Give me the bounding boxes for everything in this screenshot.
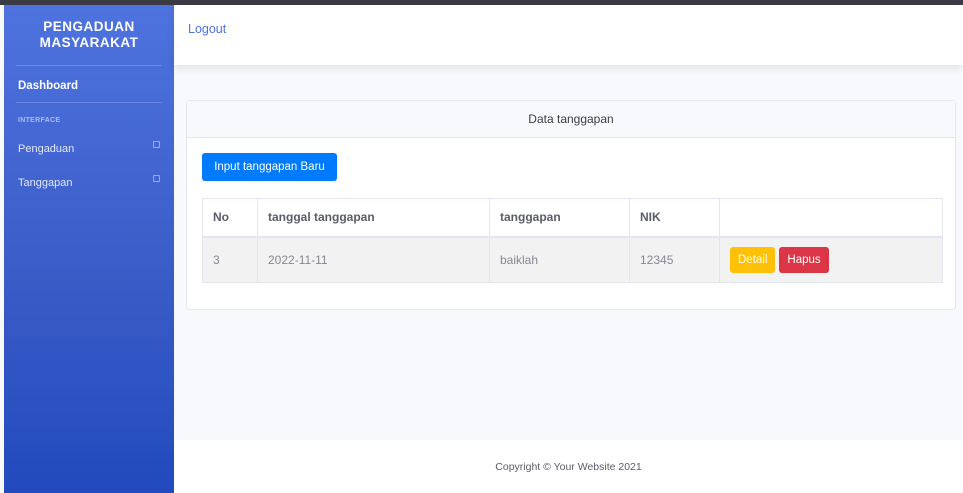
cell-nik: 12345: [629, 236, 720, 283]
tanggapan-table: No tanggal tanggapan tanggapan NIK 3 202…: [202, 198, 943, 283]
detail-button[interactable]: Detail: [730, 246, 776, 273]
cell-actions: Detail Hapus: [719, 236, 943, 283]
copyright-text: Copyright © Your Website 2021: [495, 460, 642, 473]
cell-no: 3: [202, 236, 258, 283]
sidebar-item-tanggapan[interactable]: Tanggapan: [4, 166, 174, 200]
column-header-tanggal[interactable]: tanggal tanggapan: [257, 198, 490, 238]
app-frame: PENGADUAN MASYARAKAT Dashboard INTERFACE…: [0, 0, 963, 493]
card-title: Data tanggapan: [187, 101, 955, 138]
sidebar-item-dashboard[interactable]: Dashboard: [4, 66, 174, 102]
collapse-icon: [153, 140, 160, 148]
new-tanggapan-button[interactable]: Input tanggapan Baru: [202, 153, 337, 181]
cell-tanggapan: baiklah: [489, 236, 630, 283]
brand-line-1: PENGADUAN: [43, 19, 135, 34]
sidebar-item-label: Pengaduan: [18, 143, 75, 155]
sidebar-section-heading: INTERFACE: [18, 117, 61, 124]
column-header-actions: [719, 198, 943, 238]
sidebar-item-label: Tanggapan: [18, 177, 73, 189]
table-header-row: No tanggal tanggapan tanggapan NIK: [202, 198, 943, 238]
sidebar-item-pengaduan[interactable]: Pengaduan: [4, 132, 174, 166]
sidebar: PENGADUAN MASYARAKAT Dashboard INTERFACE…: [4, 5, 174, 493]
topbar: Logout: [174, 5, 963, 65]
delete-button[interactable]: Hapus: [779, 246, 829, 273]
data-card: Data tanggapan Input tanggapan Baru No t…: [186, 100, 956, 310]
sidebar-brand[interactable]: PENGADUAN MASYARAKAT: [4, 5, 174, 65]
collapse-icon: [153, 174, 160, 182]
column-header-nik[interactable]: NIK: [629, 198, 720, 238]
cell-tanggal: 2022-11-11: [257, 236, 490, 283]
column-header-no[interactable]: No: [202, 198, 258, 238]
brand-line-2: MASYARAKAT: [39, 35, 139, 50]
logout-link[interactable]: Logout: [188, 22, 226, 36]
table-row: 3 2022-11-11 baiklah 12345 Detail Hapus: [202, 236, 943, 283]
footer: Copyright © Your Website 2021: [174, 440, 963, 493]
column-header-tanggapan[interactable]: tanggapan: [489, 198, 630, 238]
